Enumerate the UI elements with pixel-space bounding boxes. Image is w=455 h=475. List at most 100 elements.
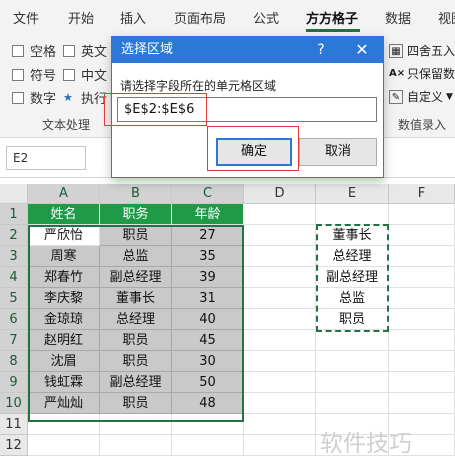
table-cell[interactable]: 董事长: [100, 288, 172, 309]
table-cell[interactable]: 严灿灿: [28, 393, 100, 414]
empty-cell[interactable]: [389, 246, 455, 267]
tab-view[interactable]: 视图: [438, 8, 455, 27]
table-cell[interactable]: 赵明红: [28, 330, 100, 351]
checkbox-chinese[interactable]: 中文: [63, 65, 107, 84]
checkbox-box[interactable]: [12, 44, 24, 57]
checkbox-symbols[interactable]: 符号: [12, 65, 56, 84]
table-cell[interactable]: 30: [172, 351, 244, 372]
row-header-4[interactable]: 4: [0, 267, 28, 288]
tab-page-layout[interactable]: 页面布局: [174, 8, 226, 27]
empty-cell[interactable]: [244, 435, 316, 456]
empty-cell[interactable]: [389, 393, 455, 414]
tab-home[interactable]: 开始: [68, 8, 94, 27]
table-cell[interactable]: 50: [172, 372, 244, 393]
table-cell[interactable]: 职员: [100, 393, 172, 414]
empty-cell[interactable]: [28, 435, 100, 456]
column-header-f[interactable]: F: [389, 184, 455, 204]
table-cell[interactable]: 郑春竹: [28, 267, 100, 288]
empty-cell[interactable]: [316, 351, 389, 372]
empty-cell[interactable]: [244, 372, 316, 393]
row-header-1[interactable]: 1: [0, 204, 28, 225]
position-list-cell[interactable]: 副总经理: [316, 267, 389, 288]
table-cell[interactable]: 27: [172, 225, 244, 246]
row-header-10[interactable]: 10: [0, 393, 28, 414]
empty-cell[interactable]: [100, 414, 172, 435]
empty-cell[interactable]: [316, 393, 389, 414]
tab-formulas[interactable]: 公式: [253, 8, 279, 27]
table-cell[interactable]: 31: [172, 288, 244, 309]
row-header-8[interactable]: 8: [0, 351, 28, 372]
empty-cell[interactable]: [100, 435, 172, 456]
empty-cell[interactable]: [389, 267, 455, 288]
row-header-5[interactable]: 5: [0, 288, 28, 309]
empty-cell[interactable]: [244, 267, 316, 288]
ok-button[interactable]: 确定: [216, 138, 292, 166]
row-header-9[interactable]: 9: [0, 372, 28, 393]
column-header-b[interactable]: B: [100, 184, 172, 204]
table-cell[interactable]: 45: [172, 330, 244, 351]
position-list-cell[interactable]: 总经理: [316, 246, 389, 267]
empty-cell[interactable]: [172, 414, 244, 435]
empty-cell[interactable]: [244, 288, 316, 309]
empty-cell[interactable]: [244, 309, 316, 330]
table-cell[interactable]: 李庆黎: [28, 288, 100, 309]
checkbox-digits[interactable]: 数字: [12, 88, 56, 107]
table-cell[interactable]: 副总经理: [100, 372, 172, 393]
empty-cell[interactable]: [244, 225, 316, 246]
header-cell[interactable]: 职务: [100, 204, 172, 225]
table-cell[interactable]: 职员: [100, 330, 172, 351]
empty-cell[interactable]: [244, 393, 316, 414]
table-cell[interactable]: 48: [172, 393, 244, 414]
table-cell[interactable]: 副总经理: [100, 267, 172, 288]
chevron-down-icon[interactable]: ▼: [446, 92, 453, 102]
checkbox-spaces[interactable]: 空格: [12, 41, 56, 60]
range-input[interactable]: $E$2:$E$6: [117, 97, 377, 122]
empty-cell[interactable]: [316, 372, 389, 393]
table-cell[interactable]: 总经理: [100, 309, 172, 330]
empty-cell[interactable]: [28, 414, 100, 435]
tab-fangfanggezi[interactable]: 方方格子: [306, 8, 358, 27]
empty-cell[interactable]: [316, 204, 389, 225]
position-list-cell[interactable]: 董事长: [316, 225, 389, 246]
table-cell[interactable]: 钱虹霖: [28, 372, 100, 393]
column-header-c[interactable]: C: [172, 184, 244, 204]
table-cell[interactable]: 周寒: [28, 246, 100, 267]
row-header-3[interactable]: 3: [0, 246, 28, 267]
table-cell[interactable]: 39: [172, 267, 244, 288]
select-all-corner[interactable]: [0, 184, 28, 204]
column-header-e[interactable]: E: [316, 184, 389, 204]
row-header-2[interactable]: 2: [0, 225, 28, 246]
execute-option[interactable]: ★ 执行: [63, 88, 107, 107]
empty-cell[interactable]: [389, 309, 455, 330]
empty-cell[interactable]: [244, 330, 316, 351]
empty-cell[interactable]: [244, 246, 316, 267]
checkbox-box[interactable]: [63, 44, 75, 57]
table-cell[interactable]: 职员: [100, 351, 172, 372]
name-box[interactable]: E2: [6, 146, 86, 170]
table-cell[interactable]: 职员: [100, 225, 172, 246]
column-header-d[interactable]: D: [244, 184, 316, 204]
empty-cell[interactable]: [172, 435, 244, 456]
checkbox-box[interactable]: [12, 68, 24, 81]
help-icon[interactable]: ?: [311, 37, 331, 63]
empty-cell[interactable]: [244, 204, 316, 225]
cancel-button[interactable]: 取消: [299, 138, 377, 166]
round-command[interactable]: ▦ 四舍五入: [389, 42, 455, 59]
empty-cell[interactable]: [244, 414, 316, 435]
empty-cell[interactable]: [389, 225, 455, 246]
empty-cell[interactable]: [389, 351, 455, 372]
checkbox-english[interactable]: 英文: [63, 41, 107, 60]
empty-cell[interactable]: [244, 351, 316, 372]
empty-cell[interactable]: [316, 330, 389, 351]
tab-file[interactable]: 文件: [13, 8, 39, 27]
tab-data[interactable]: 数据: [385, 8, 411, 27]
checkbox-box[interactable]: [12, 91, 24, 104]
custom-command[interactable]: ✎ 自定义 ▼: [389, 88, 453, 105]
empty-cell[interactable]: [389, 372, 455, 393]
empty-cell[interactable]: [389, 288, 455, 309]
empty-cell[interactable]: [389, 330, 455, 351]
empty-cell[interactable]: [389, 204, 455, 225]
header-cell[interactable]: 姓名: [28, 204, 100, 225]
row-header-12[interactable]: 12: [0, 435, 28, 456]
header-cell[interactable]: 年龄: [172, 204, 244, 225]
